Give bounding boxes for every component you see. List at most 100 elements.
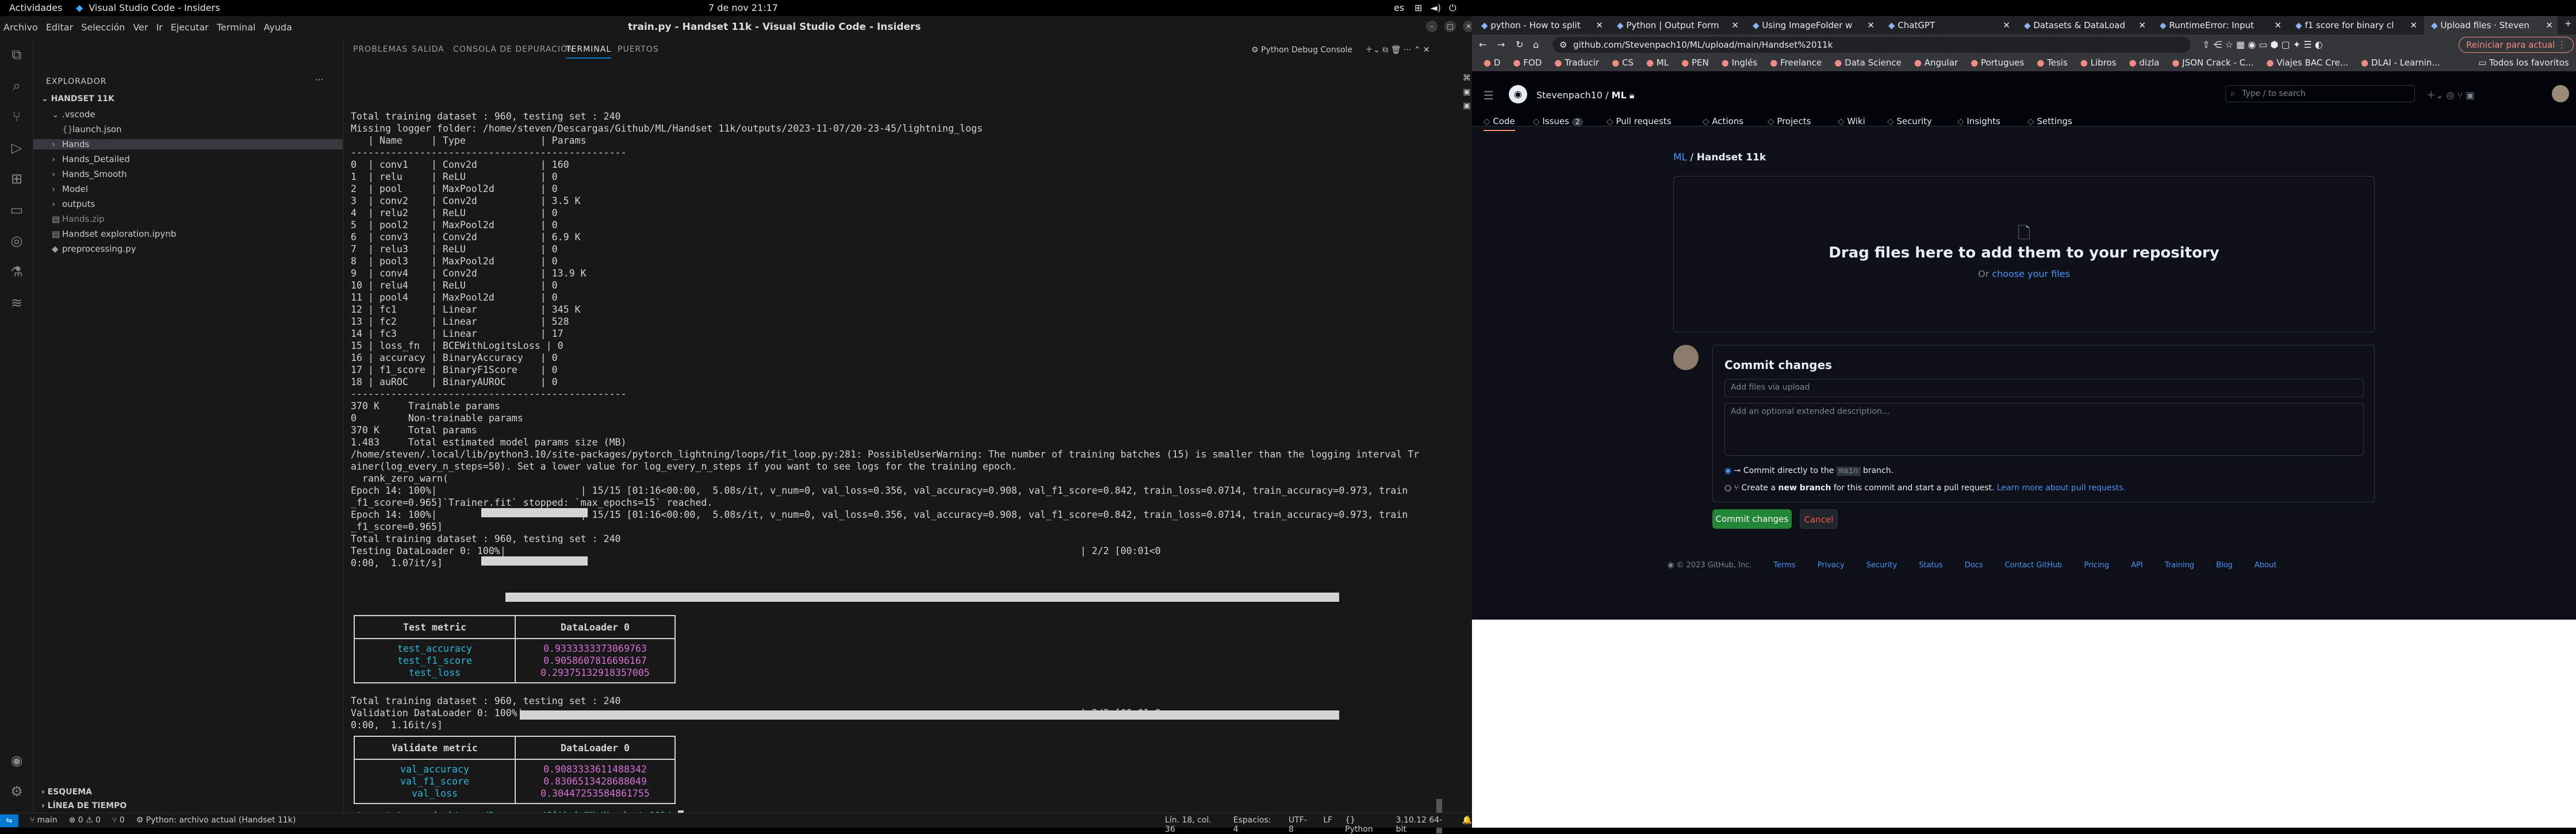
footer-link[interactable]: Security <box>1866 561 1897 570</box>
tab-close-icon[interactable]: ✕ <box>1867 16 1874 34</box>
bookmark-item[interactable]: ● Tesis <box>2037 57 2068 68</box>
cancel-button[interactable]: Cancel <box>1800 509 1838 529</box>
repo-nav-settings[interactable]: ◇ Settings <box>2027 116 2072 126</box>
search-icon[interactable]: ⌕ <box>8 77 25 94</box>
home-icon[interactable]: ⌂ <box>1533 39 1539 50</box>
repo-nav-pull-requests[interactable]: ◇ Pull requests <box>1607 116 1672 126</box>
bookmark-item[interactable]: ● ML <box>1646 57 1669 68</box>
outline-section[interactable]: › ESQUEMA <box>41 787 92 797</box>
encoding[interactable]: UTF-8 <box>1289 816 1310 834</box>
repo-nav-insights[interactable]: ◇ Insights <box>1957 116 2000 126</box>
new-tab-icon[interactable]: + <box>2564 18 2572 29</box>
workspace-root[interactable]: ⌄ HANDSET 11K <box>41 94 114 103</box>
menu-item[interactable]: Editar <box>46 22 73 33</box>
tab-close-icon[interactable]: ✕ <box>2410 16 2417 34</box>
bookmark-item[interactable]: ● Traducir <box>1554 57 1599 68</box>
footer-link[interactable]: Privacy <box>1818 561 1845 570</box>
bookmark-item[interactable]: ● Viajes BAC Cre... <box>2266 57 2348 68</box>
language-mode[interactable]: {} Python <box>1345 816 1383 834</box>
all-bookmarks-folder[interactable]: ▭ Todos los favoritos <box>2478 57 2569 68</box>
bookmark-item[interactable]: ● PEN <box>1681 57 1709 68</box>
menu-item[interactable]: Archivo <box>3 22 38 33</box>
tab-close-icon[interactable]: ✕ <box>2546 16 2553 34</box>
maximize-button[interactable]: □ <box>1444 21 1456 32</box>
forward-icon[interactable]: → <box>1497 39 1505 50</box>
browser-tab[interactable]: ◆ Upload files · Steven ✕ <box>2424 16 2558 34</box>
terminal-python-icon[interactable]: ⌘ <box>1462 74 1472 84</box>
tab-close-icon[interactable]: ✕ <box>2274 16 2282 34</box>
problems-indicator[interactable]: ⊗ 0 ⚠ 0 <box>69 816 101 827</box>
jupyter-icon[interactable]: ◎ <box>8 232 25 249</box>
panel-tab[interactable]: TERMINAL <box>566 45 612 59</box>
learn-more-link[interactable]: Learn more about pull requests. <box>1997 483 2126 493</box>
extensions-icon[interactable]: ⊞ <box>8 170 25 187</box>
tree-item[interactable]: › Model <box>33 184 88 194</box>
branch-indicator[interactable]: ⑂ main <box>30 816 57 827</box>
cursor-position[interactable]: Lín. 18, col. 36 <box>1165 816 1221 834</box>
repo-link[interactable]: ML <box>1612 90 1627 101</box>
relaunch-update-button[interactable]: Reiniciar para actual ⋮ <box>2459 37 2574 53</box>
bookmark-item[interactable]: ● Libros <box>2080 57 2117 68</box>
debug-config[interactable]: ⚙ Python: archivo actual (Handset 11k) <box>136 816 296 827</box>
footer-link[interactable]: Terms <box>1774 561 1796 570</box>
bookmark-item[interactable]: ● Angular <box>1914 57 1958 68</box>
bookmark-item[interactable]: ● Inglés <box>1722 57 1758 68</box>
bookmark-item[interactable]: ● Freelance <box>1770 57 1822 68</box>
browser-tab[interactable]: ◆ Python | Output Form ✕ <box>1610 16 1743 34</box>
extensions-toolbar-icons[interactable]: ⇪ ⋲ ☆ ▦ ◉ ▭ ⬢ ▢ ✦ ☰ ◐ <box>2202 39 2323 50</box>
indentation[interactable]: Espacios: 4 <box>1233 816 1276 834</box>
explorer-icon[interactable]: ⧉ <box>8 46 25 63</box>
browser-tab[interactable]: ◆ Datasets & DataLoad ✕ <box>2017 16 2150 34</box>
tab-close-icon[interactable]: ✕ <box>1731 16 1739 34</box>
bookmark-item[interactable]: ● Portugues <box>1971 57 2024 68</box>
back-icon[interactable]: ← <box>1479 39 1486 50</box>
testing-icon[interactable]: ⚗ <box>8 263 25 280</box>
tab-close-icon[interactable]: ✕ <box>1596 16 1603 34</box>
browser-tab[interactable]: ◆ RuntimeError: Input ✕ <box>2153 16 2286 34</box>
footer-link[interactable]: Docs <box>1965 561 1983 570</box>
repo-nav-code[interactable]: ◇ Code <box>1483 116 1515 131</box>
tab-close-icon[interactable]: ✕ <box>2138 16 2146 34</box>
tree-item[interactable]: ▤ Handset exploration.ipynb <box>33 229 176 239</box>
terminal-bash-icon[interactable]: ▣ <box>1462 87 1472 98</box>
activities-button[interactable]: Actividades <box>9 2 62 13</box>
browser-tab[interactable]: ◆ python - How to split ✕ <box>1474 16 1608 34</box>
tree-item[interactable]: {}launch.json <box>33 124 122 134</box>
system-tray[interactable]: ⊞ ◄) ⏻ <box>1414 2 1456 14</box>
new-branch-option[interactable]: ○ ⑂ Create a new branch for this commit … <box>1724 483 2126 493</box>
commit-message-input[interactable]: Add files via upload <box>1724 379 2364 397</box>
repo-nav-actions[interactable]: ◇ Actions <box>1703 116 1743 126</box>
tab-close-icon[interactable]: ✕ <box>2003 16 2010 34</box>
bookmark-item[interactable]: ● CS <box>1612 57 1634 68</box>
timeline-section[interactable]: › LÍNEA DE TIEMPO <box>41 801 126 810</box>
tree-item[interactable]: › outputs <box>33 199 95 209</box>
terminal-selector[interactable]: ⚙ Python Debug Console ＋⌄ ⧉ 🗑 ··· ⌃ ✕ <box>1251 44 1430 55</box>
menu-item[interactable]: Selección <box>81 22 125 33</box>
bookmark-item[interactable]: ● DLAI - Learnin... <box>2361 57 2440 68</box>
panel-tab[interactable]: PUERTOS <box>618 45 659 54</box>
account-icon[interactable]: ◉ <box>8 752 25 769</box>
menu-item[interactable]: Ver <box>133 22 148 33</box>
browser-tab[interactable]: ◆ Using ImageFolder w ✕ <box>1746 16 1879 34</box>
terminal-debug-icon[interactable]: ▣ <box>1462 101 1472 112</box>
path-repo-link[interactable]: ML <box>1673 152 1687 163</box>
repo-nav-wiki[interactable]: ◇ Wiki <box>1838 116 1865 126</box>
tree-item[interactable]: ⌄ .vscode <box>33 109 95 120</box>
bookmark-item[interactable]: ● FOD <box>1513 57 1542 68</box>
manage-gear-icon[interactable]: ⚙ <box>8 783 25 800</box>
github-search[interactable]: ⌕ Type / to search <box>2225 85 2415 102</box>
menu-item[interactable]: Ayuda <box>264 22 292 33</box>
owner-link[interactable]: Stevenpach10 <box>1536 90 1603 101</box>
tree-item[interactable]: › Hands <box>33 139 343 149</box>
bookmark-item[interactable]: ● dizla <box>2129 57 2160 68</box>
run-debug-icon[interactable]: ▷ <box>8 139 25 156</box>
footer-link[interactable]: API <box>2131 561 2143 570</box>
terminal-output[interactable]: Total training dataset : 960, testing se… <box>351 110 1426 569</box>
header-action-icons[interactable]: ＋⌄ ◎ ⑂ ▣ <box>2426 87 2474 101</box>
bookmark-item[interactable]: ● JSON Crack - C... <box>2172 57 2253 68</box>
menu-item[interactable]: Ejecutar <box>171 22 209 33</box>
bookmark-item[interactable]: ● D <box>1483 57 1500 68</box>
footer-link[interactable]: Pricing <box>2084 561 2109 570</box>
browser-tab[interactable]: ◆ ChatGPT ✕ <box>1881 16 2015 34</box>
keyboard-layout[interactable]: es <box>1394 2 1404 13</box>
